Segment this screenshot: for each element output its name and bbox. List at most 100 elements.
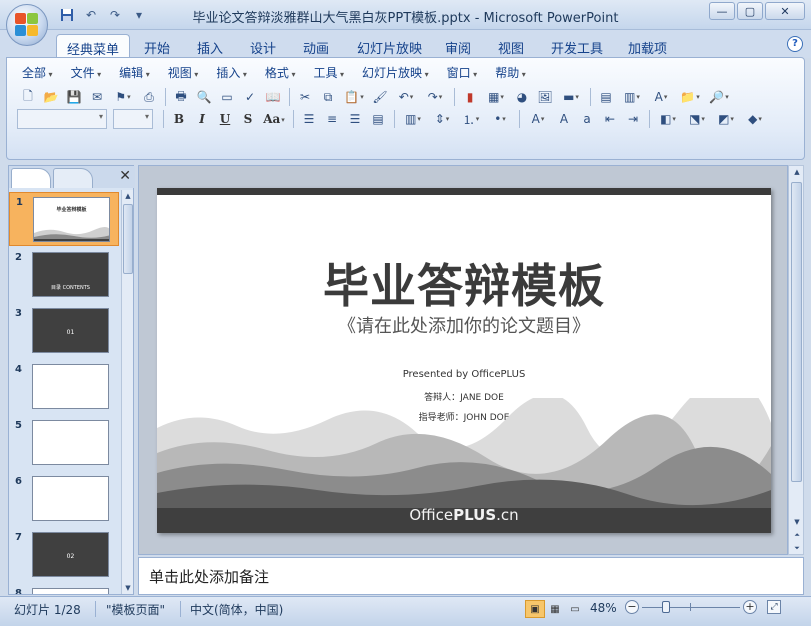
shapes-icon[interactable]: ◧ <box>654 109 682 129</box>
tab-outline[interactable] <box>53 168 93 188</box>
scroll-up-icon[interactable]: ▲ <box>122 190 134 202</box>
bullets-icon[interactable]: • <box>486 109 514 129</box>
tab-classic-menu[interactable]: 经典菜单 <box>56 34 131 58</box>
slide-subtitle[interactable]: 《请在此处添加你的论文题目》 <box>157 312 771 338</box>
font-size-combo[interactable] <box>113 109 153 129</box>
scroll-thumb[interactable] <box>123 204 133 274</box>
bold-button[interactable]: B <box>168 109 190 129</box>
new-slide-icon[interactable]: ▤ <box>595 87 617 107</box>
menu-edit[interactable]: 编辑 <box>110 64 159 81</box>
grow-font-icon[interactable]: A <box>553 109 575 129</box>
font-name-combo[interactable] <box>17 109 107 129</box>
slide-thumbnail-7[interactable]: 7 02 <box>9 528 119 582</box>
preview-icon[interactable]: 🔍 <box>193 87 215 107</box>
tab-review[interactable]: 审阅 <box>435 34 481 58</box>
fit-to-window-icon[interactable]: ⤢ <box>767 600 781 614</box>
find-icon[interactable]: 🔎 <box>705 87 733 107</box>
notes-pane[interactable]: 单击此处添加备注 <box>138 557 804 595</box>
shrink-font-icon[interactable]: a <box>576 109 598 129</box>
align-right-icon[interactable]: ☰ <box>344 109 366 129</box>
email-icon[interactable]: ⚑ <box>109 87 137 107</box>
slide-thumbnail-8[interactable]: 8 <box>9 584 119 594</box>
tab-addins[interactable]: 加载项 <box>618 34 677 58</box>
scroll-down-icon[interactable]: ▼ <box>790 516 804 528</box>
change-case-button[interactable]: Aa <box>260 109 288 129</box>
zoom-level[interactable]: 48% <box>590 601 617 615</box>
slide-scrollbar[interactable]: ▲ ▼ ⏶ ⏷ <box>788 165 804 555</box>
menu-tools[interactable]: 工具 <box>304 64 353 81</box>
slide-thumbnail-2[interactable]: 2 目录 CONTENTS <box>9 248 119 302</box>
undo-icon[interactable]: ↶ <box>392 87 420 107</box>
tab-animations[interactable]: 动画 <box>293 34 339 58</box>
align-left-icon[interactable]: ☰ <box>298 109 320 129</box>
align-center-icon[interactable]: ≡ <box>321 109 343 129</box>
screen-icon[interactable]: ▭ <box>216 87 238 107</box>
cut-icon[interactable]: ✂ <box>294 87 316 107</box>
slide-thumbnail-4[interactable]: 4 <box>9 360 119 414</box>
zoom-in-icon[interactable]: + <box>743 600 757 614</box>
open-icon[interactable]: 📂 <box>40 87 62 107</box>
normal-view-icon[interactable]: ▣ <box>525 600 545 618</box>
font-color-icon[interactable]: A <box>524 109 552 129</box>
print-icon[interactable]: 🖶 <box>170 87 192 107</box>
thumbnail-scrollbar[interactable]: ▲ ▼ <box>121 190 133 594</box>
maximize-button[interactable]: ▢ <box>737 2 763 20</box>
new-icon[interactable]: 🗋 <box>17 87 39 107</box>
theme-name[interactable]: "模板页面" <box>106 601 165 618</box>
copy-icon[interactable]: ⧉ <box>317 87 339 107</box>
zoom-out-icon[interactable]: − <box>625 600 639 614</box>
tab-insert[interactable]: 插入 <box>187 34 233 58</box>
zoom-slider-thumb[interactable] <box>661 601 670 613</box>
tab-design[interactable]: 设计 <box>240 34 286 58</box>
close-button[interactable]: ✕ <box>765 2 805 20</box>
menu-slideshow[interactable]: 幻灯片放映 <box>353 64 438 81</box>
decrease-indent-icon[interactable]: ⇤ <box>599 109 621 129</box>
tab-view[interactable]: 视图 <box>488 34 534 58</box>
slide-thumbnail-6[interactable]: 6 <box>9 472 119 526</box>
slide-thumbnail-3[interactable]: 3 01 <box>9 304 119 358</box>
language-indicator[interactable]: 中文(简体，中国) <box>190 601 283 618</box>
scroll-thumb[interactable] <box>791 182 802 482</box>
current-slide[interactable]: 毕业答辩模板 《请在此处添加你的论文题目》 Presented by Offic… <box>157 188 771 533</box>
color-icon[interactable]: ▬ <box>557 87 585 107</box>
previous-slide-icon[interactable]: ⏶ <box>790 529 804 541</box>
menu-file[interactable]: 文件 <box>62 64 111 81</box>
menu-format[interactable]: 格式 <box>256 64 305 81</box>
menu-all[interactable]: 全部 <box>13 64 62 81</box>
scroll-up-icon[interactable]: ▲ <box>790 166 804 178</box>
help-icon[interactable]: ? <box>787 36 803 52</box>
presented-by-text[interactable]: Presented by OfficePLUS <box>157 369 771 380</box>
office-button[interactable] <box>6 4 48 46</box>
text-direction-icon[interactable]: ⇕ <box>428 109 456 129</box>
format-painter-icon[interactable]: 🖌 <box>369 87 391 107</box>
tab-slides[interactable] <box>11 168 51 188</box>
redo-icon[interactable]: ↷ <box>421 87 449 107</box>
save-icon[interactable]: 💾 <box>63 87 85 107</box>
menu-view[interactable]: 视图 <box>159 64 208 81</box>
menu-window[interactable]: 窗口 <box>438 64 487 81</box>
slide-sorter-icon[interactable]: ▦ <box>545 600 565 618</box>
justify-icon[interactable]: ▤ <box>367 109 389 129</box>
slide-thumbnail-1[interactable]: 1 毕业答辩模板 <box>9 192 119 246</box>
menu-insert[interactable]: 插入 <box>207 64 256 81</box>
quick-styles-icon[interactable]: ◩ <box>712 109 740 129</box>
scroll-down-icon[interactable]: ▼ <box>122 582 134 594</box>
slide-thumbnail-5[interactable]: 5 <box>9 416 119 470</box>
tab-slideshow[interactable]: 幻灯片放映 <box>347 34 432 58</box>
slide-title[interactable]: 毕业答辩模板 <box>157 250 771 316</box>
spelling-icon[interactable]: ✓ <box>239 87 261 107</box>
shadow-button[interactable]: S <box>237 109 259 129</box>
columns-icon[interactable]: ▥ <box>399 109 427 129</box>
numbering-icon[interactable]: ⒈ <box>457 109 485 129</box>
arrange-icon[interactable]: ⬔ <box>683 109 711 129</box>
zoom-slider-track[interactable] <box>642 607 740 608</box>
underline-button[interactable]: U <box>214 109 236 129</box>
shape-fill-icon[interactable]: ◆ <box>741 109 769 129</box>
minimize-button[interactable]: — <box>709 2 735 20</box>
layout-icon[interactable]: ▥ <box>618 87 646 107</box>
italic-button[interactable]: I <box>191 109 213 129</box>
table-icon[interactable]: ▦ <box>482 87 510 107</box>
increase-indent-icon[interactable]: ⇥ <box>622 109 644 129</box>
next-slide-icon[interactable]: ⏷ <box>790 542 804 554</box>
picture-icon[interactable]: 🖼 <box>534 87 556 107</box>
